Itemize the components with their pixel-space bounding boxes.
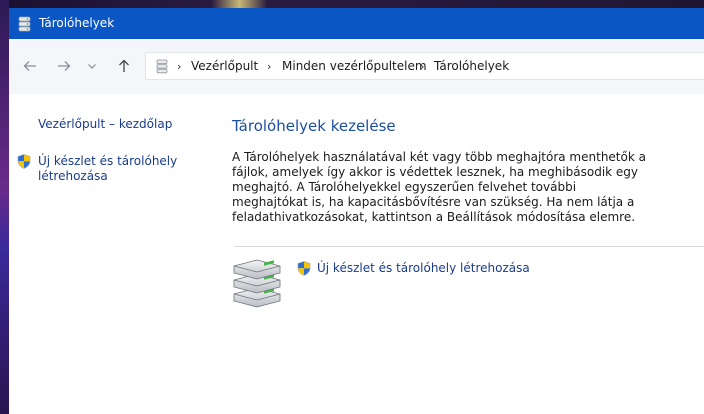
create-pool-sidebar-link-line2: létrehozása: [38, 169, 108, 183]
content-area: Vezérlőpult – kezdőlap Új készlet és tár…: [9, 94, 704, 414]
uac-shield-icon: [297, 261, 311, 276]
window-title: Tárolóhelyek: [39, 16, 115, 30]
breadcrumb-separator-icon[interactable]: ›: [420, 60, 424, 73]
storage-spaces-window: Tárolóhelyek › Vezérlőpult › Minden vezé…: [9, 8, 704, 414]
arrow-up-icon: [119, 59, 129, 72]
arrow-right-icon: [58, 61, 71, 71]
storage-spaces-icon: [156, 59, 168, 74]
up-button[interactable]: [111, 53, 137, 79]
breadcrumb-control-panel[interactable]: Vezérlőpult: [191, 59, 258, 73]
description-text: A Tárolóhelyek használatával két vagy tö…: [232, 150, 646, 224]
control-panel-home-link[interactable]: Vezérlőpult – kezdőlap: [38, 117, 172, 132]
breadcrumb-storage-spaces[interactable]: Tárolóhelyek: [434, 59, 509, 73]
forward-button[interactable]: [51, 53, 77, 79]
chevron-down-icon: [88, 64, 96, 69]
desktop-wallpaper-edge: [0, 0, 9, 414]
address-bar[interactable]: › Vezérlőpult › Minden vezérlőpultelem ›…: [145, 52, 704, 80]
back-button[interactable]: [17, 53, 43, 79]
page-title: Tárolóhelyek kezelése: [232, 117, 396, 135]
create-pool-link[interactable]: Új készlet és tárolóhely létrehozása: [317, 261, 530, 275]
breadcrumb-all-items[interactable]: Minden vezérlőpultelem: [282, 59, 427, 73]
divider: [234, 246, 704, 247]
breadcrumb-separator-icon[interactable]: ›: [177, 60, 181, 73]
uac-shield-icon: [17, 154, 31, 169]
create-pool-sidebar-link[interactable]: Új készlet és tárolóhely létrehozása: [38, 154, 177, 184]
breadcrumb-separator-icon[interactable]: ›: [267, 60, 271, 73]
create-pool-sidebar-link-line1: Új készlet és tárolóhely: [38, 154, 178, 168]
arrow-left-icon: [23, 61, 36, 71]
storage-spaces-icon: [18, 16, 31, 32]
recent-locations-button[interactable]: [82, 53, 102, 79]
drive-stack-icon: [233, 259, 281, 308]
title-bar[interactable]: Tárolóhelyek: [9, 8, 704, 39]
navigation-bar: › Vezérlőpult › Minden vezérlőpultelem ›…: [9, 39, 704, 94]
